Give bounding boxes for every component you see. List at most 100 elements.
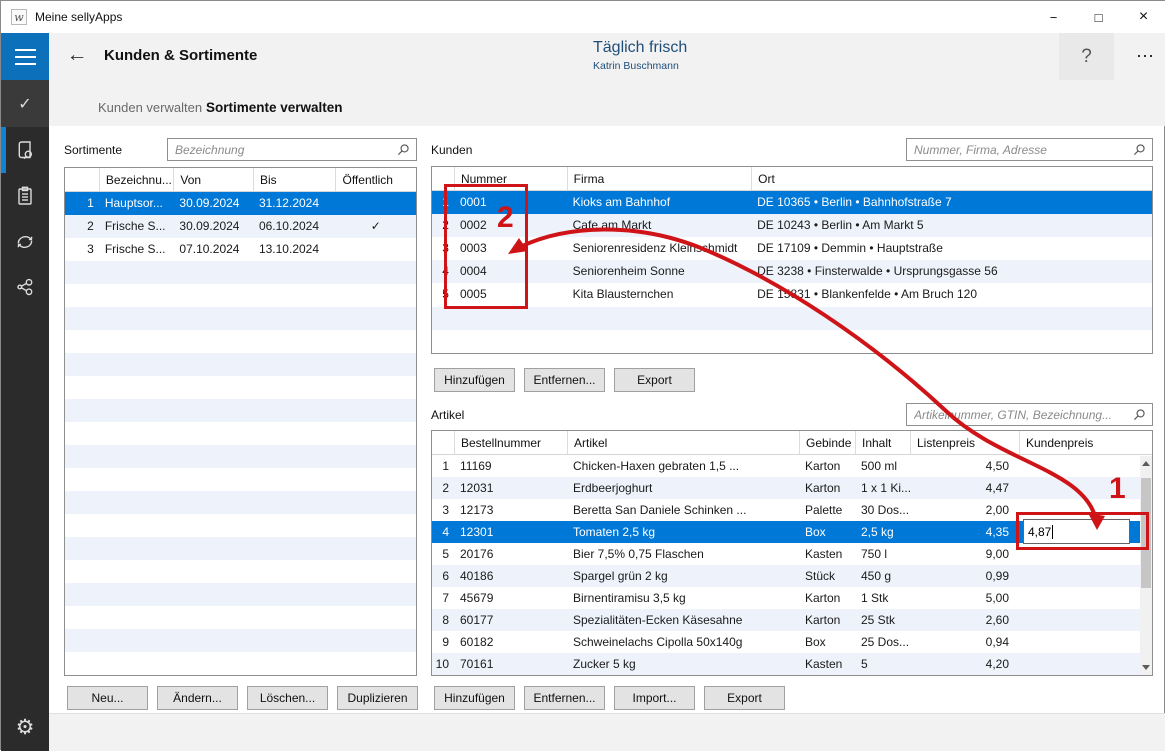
artikel-row-6[interactable]: 640186Spargel grün 2 kgStück450 g0,99: [432, 565, 1152, 587]
artikel-cell-kundenpreis[interactable]: [1019, 455, 1142, 477]
artikel-cell-bestellnummer[interactable]: 12173: [454, 499, 567, 521]
artikel-cell-artikel[interactable]: Zucker 5 kg: [567, 653, 799, 675]
kunden-cell-firma[interactable]: Cafe am Markt: [567, 214, 751, 237]
kunden-cell-nummer[interactable]: 0003: [454, 237, 567, 260]
artikel-cell-bestellnummer[interactable]: 60182: [454, 631, 567, 653]
artikel-cell-num[interactable]: 8: [432, 609, 454, 631]
kunden-cell-num[interactable]: 5: [432, 283, 454, 306]
sidebar-item-sync[interactable]: [1, 219, 49, 265]
artikel-cell-inhalt[interactable]: 30 Dos...: [855, 499, 910, 521]
kunden-search-input[interactable]: [907, 139, 1132, 160]
maximize-button[interactable]: □: [1076, 1, 1121, 33]
artikel-cell-listenpreis[interactable]: 2,00: [910, 499, 1019, 521]
artikel-cell-gebinde[interactable]: Kasten: [799, 653, 855, 675]
sortimente-row-3[interactable]: 3Frische S...07.10.202413.10.2024: [65, 238, 416, 261]
artikel-cell-listenpreis[interactable]: 5,00: [910, 587, 1019, 609]
artikel-cell-listenpreis[interactable]: 2,60: [910, 609, 1019, 631]
artikel-cell-gebinde[interactable]: Karton: [799, 477, 855, 499]
kunden-cell-firma[interactable]: Seniorenheim Sonne: [567, 260, 751, 283]
artikel-cell-inhalt[interactable]: 25 Dos...: [855, 631, 910, 653]
tab-kunden-verwalten[interactable]: Kunden verwalten: [98, 100, 202, 115]
artikel-column-header-kundenpreis[interactable]: Kundenpreis: [1019, 431, 1142, 454]
artikel-cell-artikel[interactable]: Schweinelachs Cipolla 50x140g: [567, 631, 799, 653]
artikel-cell-bestellnummer[interactable]: 11169: [454, 455, 567, 477]
artikel-cell-inhalt[interactable]: 500 ml: [855, 455, 910, 477]
artikel-cell-inhalt[interactable]: 1 x 1 Ki...: [855, 477, 910, 499]
kunden-cell-nummer[interactable]: 0005: [454, 283, 567, 306]
artikel-cell-artikel[interactable]: Tomaten 2,5 kg: [567, 521, 799, 543]
artikel-cell-listenpreis[interactable]: 0,99: [910, 565, 1019, 587]
artikel-cell-inhalt[interactable]: 1 Stk: [855, 587, 910, 609]
scrollbar-thumb[interactable]: [1141, 478, 1151, 588]
artikel-cell-listenpreis[interactable]: 4,20: [910, 653, 1019, 675]
artikel-cell-bestellnummer[interactable]: 40186: [454, 565, 567, 587]
artikel-cell-artikel[interactable]: Beretta San Daniele Schinken ...: [567, 499, 799, 521]
kunden-cell-ort[interactable]: DE 3238 • Finsterwalde • Ursprungsgasse …: [751, 260, 1152, 283]
artikel-row-5[interactable]: 520176Bier 7,5% 0,75 FlaschenKasten750 l…: [432, 543, 1152, 565]
duplizieren-button[interactable]: Duplizieren: [337, 686, 418, 710]
artikel-cell-inhalt[interactable]: 25 Stk: [855, 609, 910, 631]
artikel-cell-num[interactable]: 1: [432, 455, 454, 477]
kunden-cell-num[interactable]: 4: [432, 260, 454, 283]
sortimente-column-header-oeffentlich[interactable]: Öffentlich: [335, 168, 416, 191]
kunden-column-header-nummer[interactable]: Nummer: [454, 167, 567, 190]
artikel-cell-num[interactable]: 4: [432, 521, 454, 543]
artikel-cell-listenpreis[interactable]: 9,00: [910, 543, 1019, 565]
artikel-cell-kundenpreis[interactable]: [1019, 609, 1142, 631]
artikel-cell-artikel[interactable]: Spezialitäten-Ecken Käsesahne: [567, 609, 799, 631]
artikel-cell-kundenpreis[interactable]: [1019, 565, 1142, 587]
sidebar-item-share[interactable]: [1, 265, 49, 311]
scroll-down-icon[interactable]: [1140, 660, 1152, 675]
artikel-cell-gebinde[interactable]: Kasten: [799, 543, 855, 565]
artikel-cell-bestellnummer[interactable]: 60177: [454, 609, 567, 631]
artikel-cell-num[interactable]: 7: [432, 587, 454, 609]
export-button[interactable]: Export: [614, 368, 695, 392]
sortimente-cell-von[interactable]: 30.09.2024: [173, 192, 253, 215]
artikel-search-input[interactable]: [907, 404, 1132, 425]
sortimente-cell-num[interactable]: 1: [65, 192, 99, 215]
artikel-scrollbar[interactable]: [1140, 456, 1152, 675]
sortimente-cell-bezeichnung[interactable]: Frische S...: [99, 215, 174, 238]
artikel-cell-num[interactable]: 2: [432, 477, 454, 499]
kunden-cell-nummer[interactable]: 0004: [454, 260, 567, 283]
artikel-cell-kundenpreis[interactable]: [1019, 653, 1142, 675]
kunden-cell-ort[interactable]: DE 17109 • Demmin • Hauptstraße: [751, 237, 1152, 260]
kunden-cell-num[interactable]: 1: [432, 191, 454, 214]
artikel-cell-artikel[interactable]: Chicken-Haxen gebraten 1,5 ...: [567, 455, 799, 477]
hinzufügen-button[interactable]: Hinzufügen: [434, 686, 515, 710]
artikel-column-header-listenpreis[interactable]: Listenpreis: [910, 431, 1019, 454]
artikel-column-header-artikel[interactable]: Artikel: [567, 431, 799, 454]
close-button[interactable]: ×: [1121, 1, 1165, 33]
sortimente-cell-oeffentlich[interactable]: ✓: [335, 215, 416, 238]
artikel-cell-bestellnummer[interactable]: 70161: [454, 653, 567, 675]
sortimente-column-header-num[interactable]: [65, 168, 99, 191]
kunden-cell-ort[interactable]: DE 10365 • Berlin • Bahnhofstraße 7: [751, 191, 1152, 214]
kunden-column-header-firma[interactable]: Firma: [567, 167, 751, 190]
artikel-cell-artikel[interactable]: Bier 7,5% 0,75 Flaschen: [567, 543, 799, 565]
sortimente-cell-bis[interactable]: 13.10.2024: [253, 238, 336, 261]
artikel-cell-kundenpreis[interactable]: [1019, 587, 1142, 609]
kunden-column-header-num[interactable]: [432, 167, 454, 190]
artikel-cell-num[interactable]: 3: [432, 499, 454, 521]
sortimente-cell-bezeichnung[interactable]: Hauptsor...: [99, 192, 174, 215]
artikel-cell-bestellnummer[interactable]: 12031: [454, 477, 567, 499]
kunden-cell-nummer[interactable]: 0002: [454, 214, 567, 237]
entfernen-button[interactable]: Entfernen...: [524, 686, 605, 710]
sortimente-cell-bis[interactable]: 31.12.2024: [253, 192, 336, 215]
artikel-cell-gebinde[interactable]: Karton: [799, 587, 855, 609]
kunden-column-header-ort[interactable]: Ort: [751, 167, 1152, 190]
kunden-cell-nummer[interactable]: 0001: [454, 191, 567, 214]
artikel-cell-gebinde[interactable]: Box: [799, 631, 855, 653]
account-info[interactable]: Täglich frisch Katrin Buschmann: [593, 39, 687, 72]
artikel-cell-gebinde[interactable]: Box: [799, 521, 855, 543]
artikel-cell-kundenpreis[interactable]: 4,87: [1019, 521, 1142, 543]
artikel-row-7[interactable]: 745679Birnentiramisu 3,5 kgKarton1 Stk5,…: [432, 587, 1152, 609]
sortimente-cell-bezeichnung[interactable]: Frische S...: [99, 238, 174, 261]
minimize-button[interactable]: −: [1031, 1, 1076, 33]
kunden-cell-firma[interactable]: Kita Blausternchen: [567, 283, 751, 306]
sortimente-cell-von[interactable]: 30.09.2024: [173, 215, 253, 238]
artikel-row-3[interactable]: 312173Beretta San Daniele Schinken ...Pa…: [432, 499, 1152, 521]
artikel-cell-num[interactable]: 9: [432, 631, 454, 653]
sidebar-item-settings[interactable]: ⚙: [1, 703, 49, 751]
search-icon[interactable]: [1132, 408, 1146, 422]
